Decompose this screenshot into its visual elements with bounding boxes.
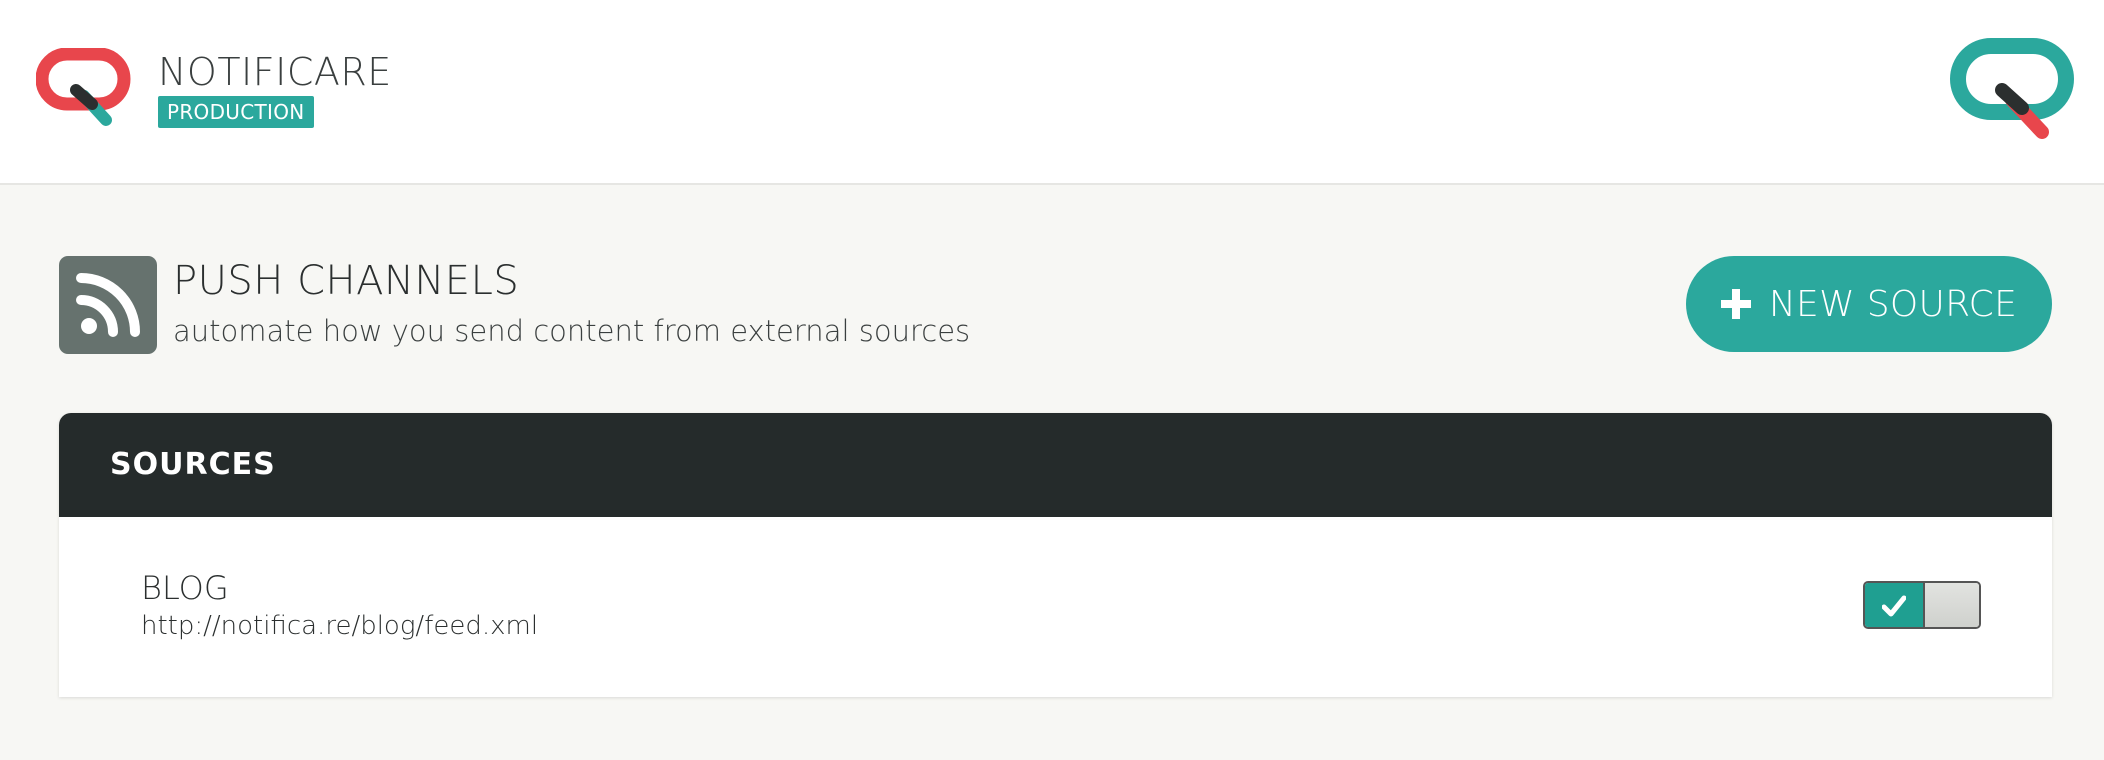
source-row[interactable]: BLOG http://notifica.re/blog/feed.xml [59,517,2052,697]
page-title: PUSH CHANNELS [173,258,520,304]
environment-badge: PRODUCTION [158,96,314,128]
toggle-knob[interactable] [1923,583,1979,627]
new-source-button[interactable]: NEW SOURCE [1686,256,2052,352]
new-source-label: NEW SOURCE [1768,283,2018,325]
plus-icon [1720,289,1751,319]
sources-panel-title: SOURCES [110,447,276,482]
brand-logo-icon [1950,38,2074,139]
source-name: BLOG [141,569,229,607]
page-subtitle: automate how you send content from exter… [173,314,971,348]
app-name: NOTIFICARE [158,50,392,94]
rss-icon [59,256,157,354]
top-header: NOTIFICARE PRODUCTION [0,0,2104,185]
sources-panel-header: SOURCES [59,413,2052,517]
app-logo-icon[interactable] [36,48,132,130]
source-enabled-toggle[interactable] [1863,581,1981,629]
sources-panel: SOURCES BLOG http://notifica.re/blog/fee… [59,413,2052,697]
toggle-on-state [1865,583,1923,627]
checkmark-icon [1882,595,1906,617]
source-url: http://notifica.re/blog/feed.xml [141,611,539,641]
